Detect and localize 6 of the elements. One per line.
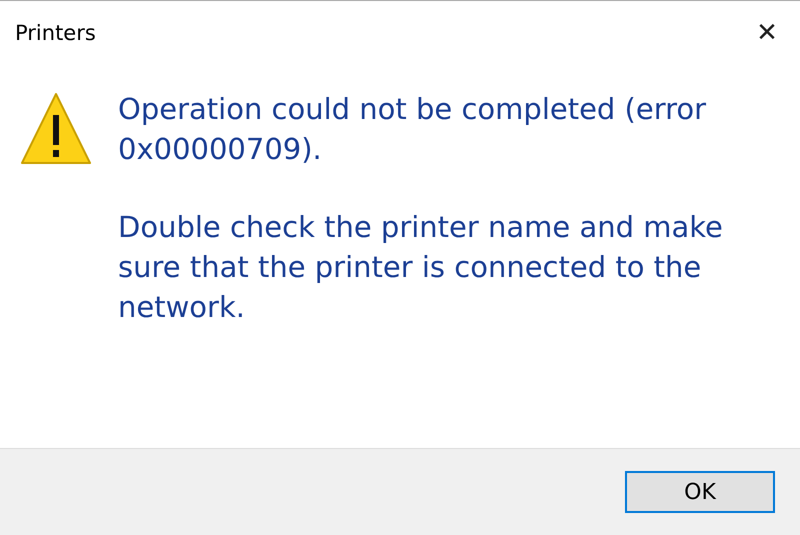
error-message: Operation could not be completed (error 0x00000709). [118, 91, 708, 168]
warning-icon [20, 91, 92, 167]
ok-button[interactable]: OK [625, 471, 775, 513]
error-message: Double check the printer name and make sure that the printer is connected to the network. [118, 209, 724, 326]
window-title: Printers [15, 21, 96, 45]
close-button[interactable]: ✕ [742, 8, 792, 58]
